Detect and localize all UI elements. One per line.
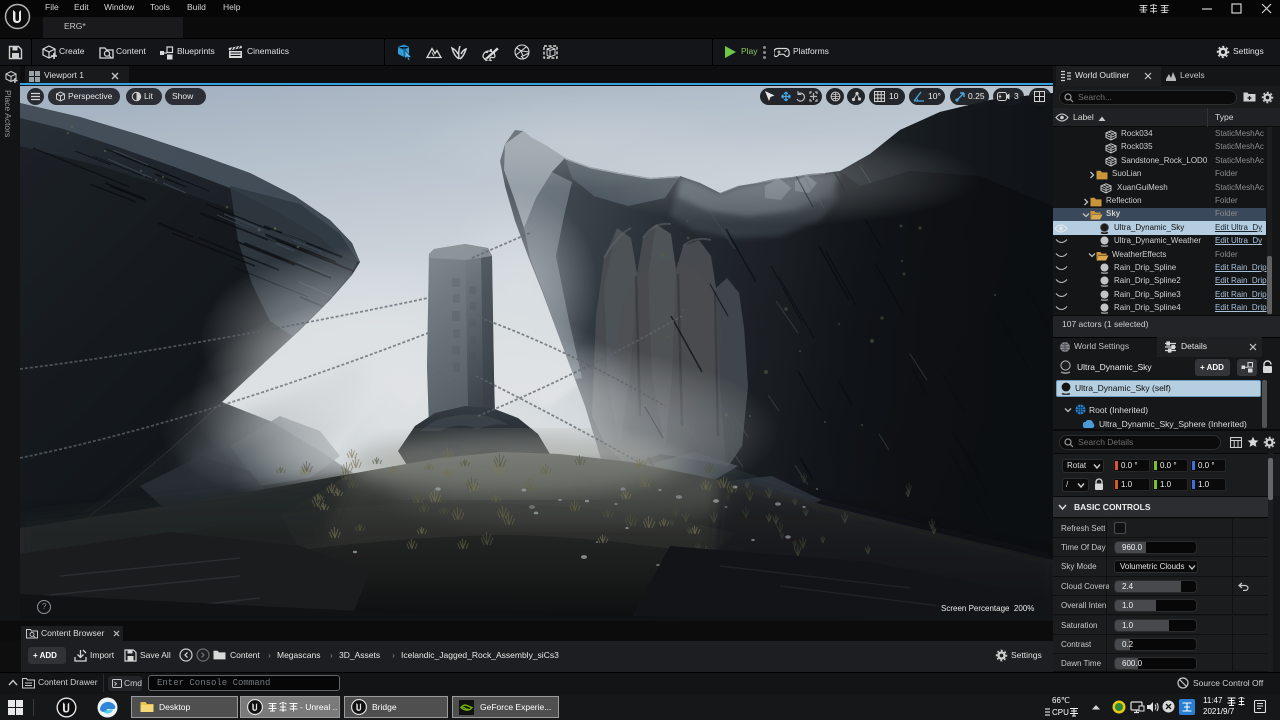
svg-text:CPU: CPU: [1052, 708, 1069, 717]
